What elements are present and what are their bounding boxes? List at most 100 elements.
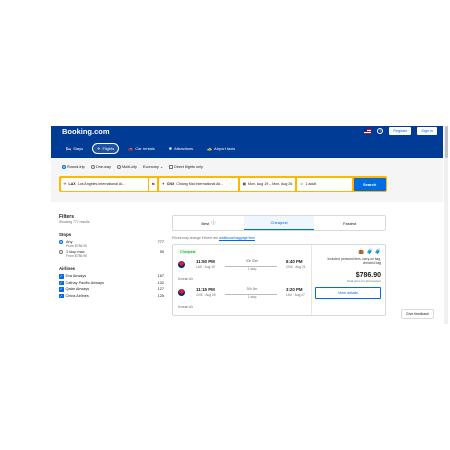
- tab-fastest[interactable]: Fastest: [314, 216, 385, 230]
- direct-flights-checkbox[interactable]: Direct flights only: [169, 164, 203, 169]
- nav-car-rentals[interactable]: 🚗 Car rentals: [123, 143, 160, 154]
- attractions-icon: ✺: [168, 146, 173, 151]
- airline-label: Cathay Pacific Airways: [65, 280, 104, 285]
- chevron-down-icon: ⌄: [159, 165, 163, 169]
- tab-best[interactable]: Best ⓘ: [173, 216, 244, 230]
- baggage-fees-link[interactable]: additional baggage fees: [219, 236, 255, 240]
- stops-option-1-stop[interactable]: 1 stop max From $786.90 59: [59, 250, 164, 258]
- option-label: Multi-city: [121, 164, 137, 169]
- stop-count: 777: [157, 240, 164, 244]
- us-flag-icon[interactable]: [364, 128, 372, 134]
- bed-icon: 🛏: [66, 146, 72, 151]
- radio-icon: [59, 240, 63, 244]
- to-code: CNX: [166, 182, 175, 186]
- arrival-time: 8:40 PM: [286, 259, 303, 264]
- nav-label: Attractions: [174, 146, 194, 151]
- from-name: Los Angeles International Ai...: [77, 182, 126, 186]
- from-field[interactable]: ✈ LAX Los Angeles International Ai...: [60, 177, 148, 191]
- stops-title: Stops: [59, 232, 72, 237]
- airline-filter-eva[interactable]: ✓ Eva Airways 167: [59, 274, 164, 279]
- scrollbar[interactable]: [444, 126, 448, 324]
- results-count: Showing 777 results: [59, 220, 90, 224]
- stops-option-any[interactable]: Any From $786.90 777: [59, 240, 164, 248]
- tab-label: Cheapest: [270, 220, 288, 225]
- cabin-label: Economy: [142, 165, 159, 169]
- airline-name: Korean Air: [178, 277, 193, 281]
- swap-button[interactable]: ⇆: [149, 177, 158, 191]
- dates-field[interactable]: ▦ Mon, Aug 19 – Mon, Aug 26: [239, 177, 296, 191]
- filters-sidebar: Filters Showing 777 results Stops Any Fro…: [59, 214, 164, 300]
- view-details-button[interactable]: View details: [315, 287, 381, 299]
- register-button[interactable]: Register: [389, 127, 412, 135]
- dates-value: Mon, Aug 19 – Mon, Aug 26: [248, 182, 293, 186]
- radio-multi-city[interactable]: Multi-city: [116, 164, 137, 169]
- scroll-thumb[interactable]: [444, 126, 448, 158]
- radio-icon: [62, 164, 66, 169]
- checkbox-checked-icon: ✓: [59, 293, 64, 298]
- nav-label: Stays: [73, 146, 84, 151]
- radio-one-way[interactable]: One-way: [90, 164, 111, 169]
- airline-count: 167: [157, 274, 164, 278]
- baggage-icons: 👜 🧳 🧳: [315, 249, 381, 255]
- stop-price: From $786.90: [66, 254, 88, 258]
- price-subtext: Total price for all travelers: [346, 279, 381, 283]
- stops: 1 stop: [247, 267, 257, 271]
- airline-filter-china[interactable]: ✓ China Airlines 125: [59, 293, 164, 298]
- nav-stays[interactable]: 🛏 Stays: [61, 143, 88, 154]
- from-code: LAX: [68, 182, 76, 186]
- cheapest-badge: Cheapest: [178, 249, 198, 254]
- card-divider: [311, 245, 312, 315]
- duration: 30h 5m: [246, 287, 258, 291]
- tab-cheapest[interactable]: Cheapest: [243, 216, 315, 230]
- results-panel: Best ⓘ Cheapest Fastest Prices may change…: [172, 215, 386, 316]
- return-segment: 11:15 PM CNX · Aug 26 30h 5m 1 stop 3:20…: [178, 287, 308, 301]
- korean-air-logo-icon: [178, 289, 185, 296]
- search-button[interactable]: Search: [353, 177, 386, 191]
- plane-takeoff-icon: ✈: [63, 182, 67, 186]
- car-icon: 🚗: [128, 146, 134, 151]
- arrival-info: CNX · Aug 21: [286, 265, 306, 269]
- option-label: Round-trip: [67, 164, 85, 169]
- checkbox-checked-icon: ✓: [59, 280, 64, 285]
- stops: 1 stop: [247, 295, 257, 299]
- price-note: Prices may change if there are additiona…: [172, 236, 386, 240]
- nav-label: Flights: [102, 146, 115, 151]
- signin-button[interactable]: Sign in: [417, 127, 437, 135]
- radio-icon: [90, 164, 95, 169]
- radio-round-trip[interactable]: Round-trip: [62, 164, 85, 169]
- main-nav: 🛏 Stays ✈ Flights 🚗 Car rentals ✺ Attraction…: [61, 143, 240, 154]
- swap-icon: ⇆: [151, 182, 155, 186]
- airline-count: 127: [157, 287, 164, 291]
- checked-bag-icon: 🧳: [374, 249, 381, 255]
- radio-icon: [59, 250, 63, 254]
- korean-air-logo-icon: [178, 261, 185, 268]
- price: $786.90: [355, 272, 381, 279]
- option-label: Direct flights only: [174, 164, 203, 169]
- nav-airport-taxis[interactable]: 🚕 Airport taxis: [202, 143, 240, 154]
- note-text: Prices may change if there are: [172, 236, 218, 240]
- flight-card[interactable]: Cheapest 11:50 PM LAX · Aug 19 30h 50m 1…: [172, 244, 386, 316]
- outbound-segment: 11:50 PM LAX · Aug 19 30h 50m 1 stop 8:4…: [178, 259, 308, 273]
- checkbox-icon: [169, 164, 173, 169]
- help-icon[interactable]: ?: [377, 128, 384, 134]
- give-feedback-button[interactable]: Give feedback: [401, 309, 434, 319]
- travelers-field[interactable]: ☺ 1 adult: [296, 177, 353, 191]
- airline-filter-cathay[interactable]: ✓ Cathay Pacific Airways 132: [59, 280, 164, 285]
- info-icon[interactable]: ⓘ: [211, 220, 215, 226]
- person-icon: ☺: [299, 182, 304, 186]
- tab-label: Best: [201, 220, 210, 226]
- stop-price: From $786.90: [66, 244, 88, 248]
- taxi-icon: 🚕: [207, 146, 213, 151]
- plane-icon: ✈: [97, 146, 101, 151]
- to-field[interactable]: ✈ CNX Chiang Mai International Air...: [158, 177, 239, 191]
- price-column: 👜 🧳 🧳 Included: personal item, carry-on …: [315, 249, 381, 299]
- booking-logo[interactable]: Booking.com: [62, 127, 110, 136]
- cabin-select[interactable]: Economy ⌄: [143, 164, 163, 169]
- nav-flights[interactable]: ✈ Flights: [92, 143, 120, 154]
- checkbox-checked-icon: ✓: [59, 274, 64, 279]
- airline-count: 132: [157, 280, 164, 285]
- nav-attractions[interactable]: ✺ Attractions: [164, 143, 198, 154]
- airline-filter-qatar[interactable]: ✓ Qatar Airways 127: [59, 287, 164, 292]
- nav-label: Airport taxis: [214, 146, 236, 151]
- plane-landing-icon: ✈: [161, 182, 165, 186]
